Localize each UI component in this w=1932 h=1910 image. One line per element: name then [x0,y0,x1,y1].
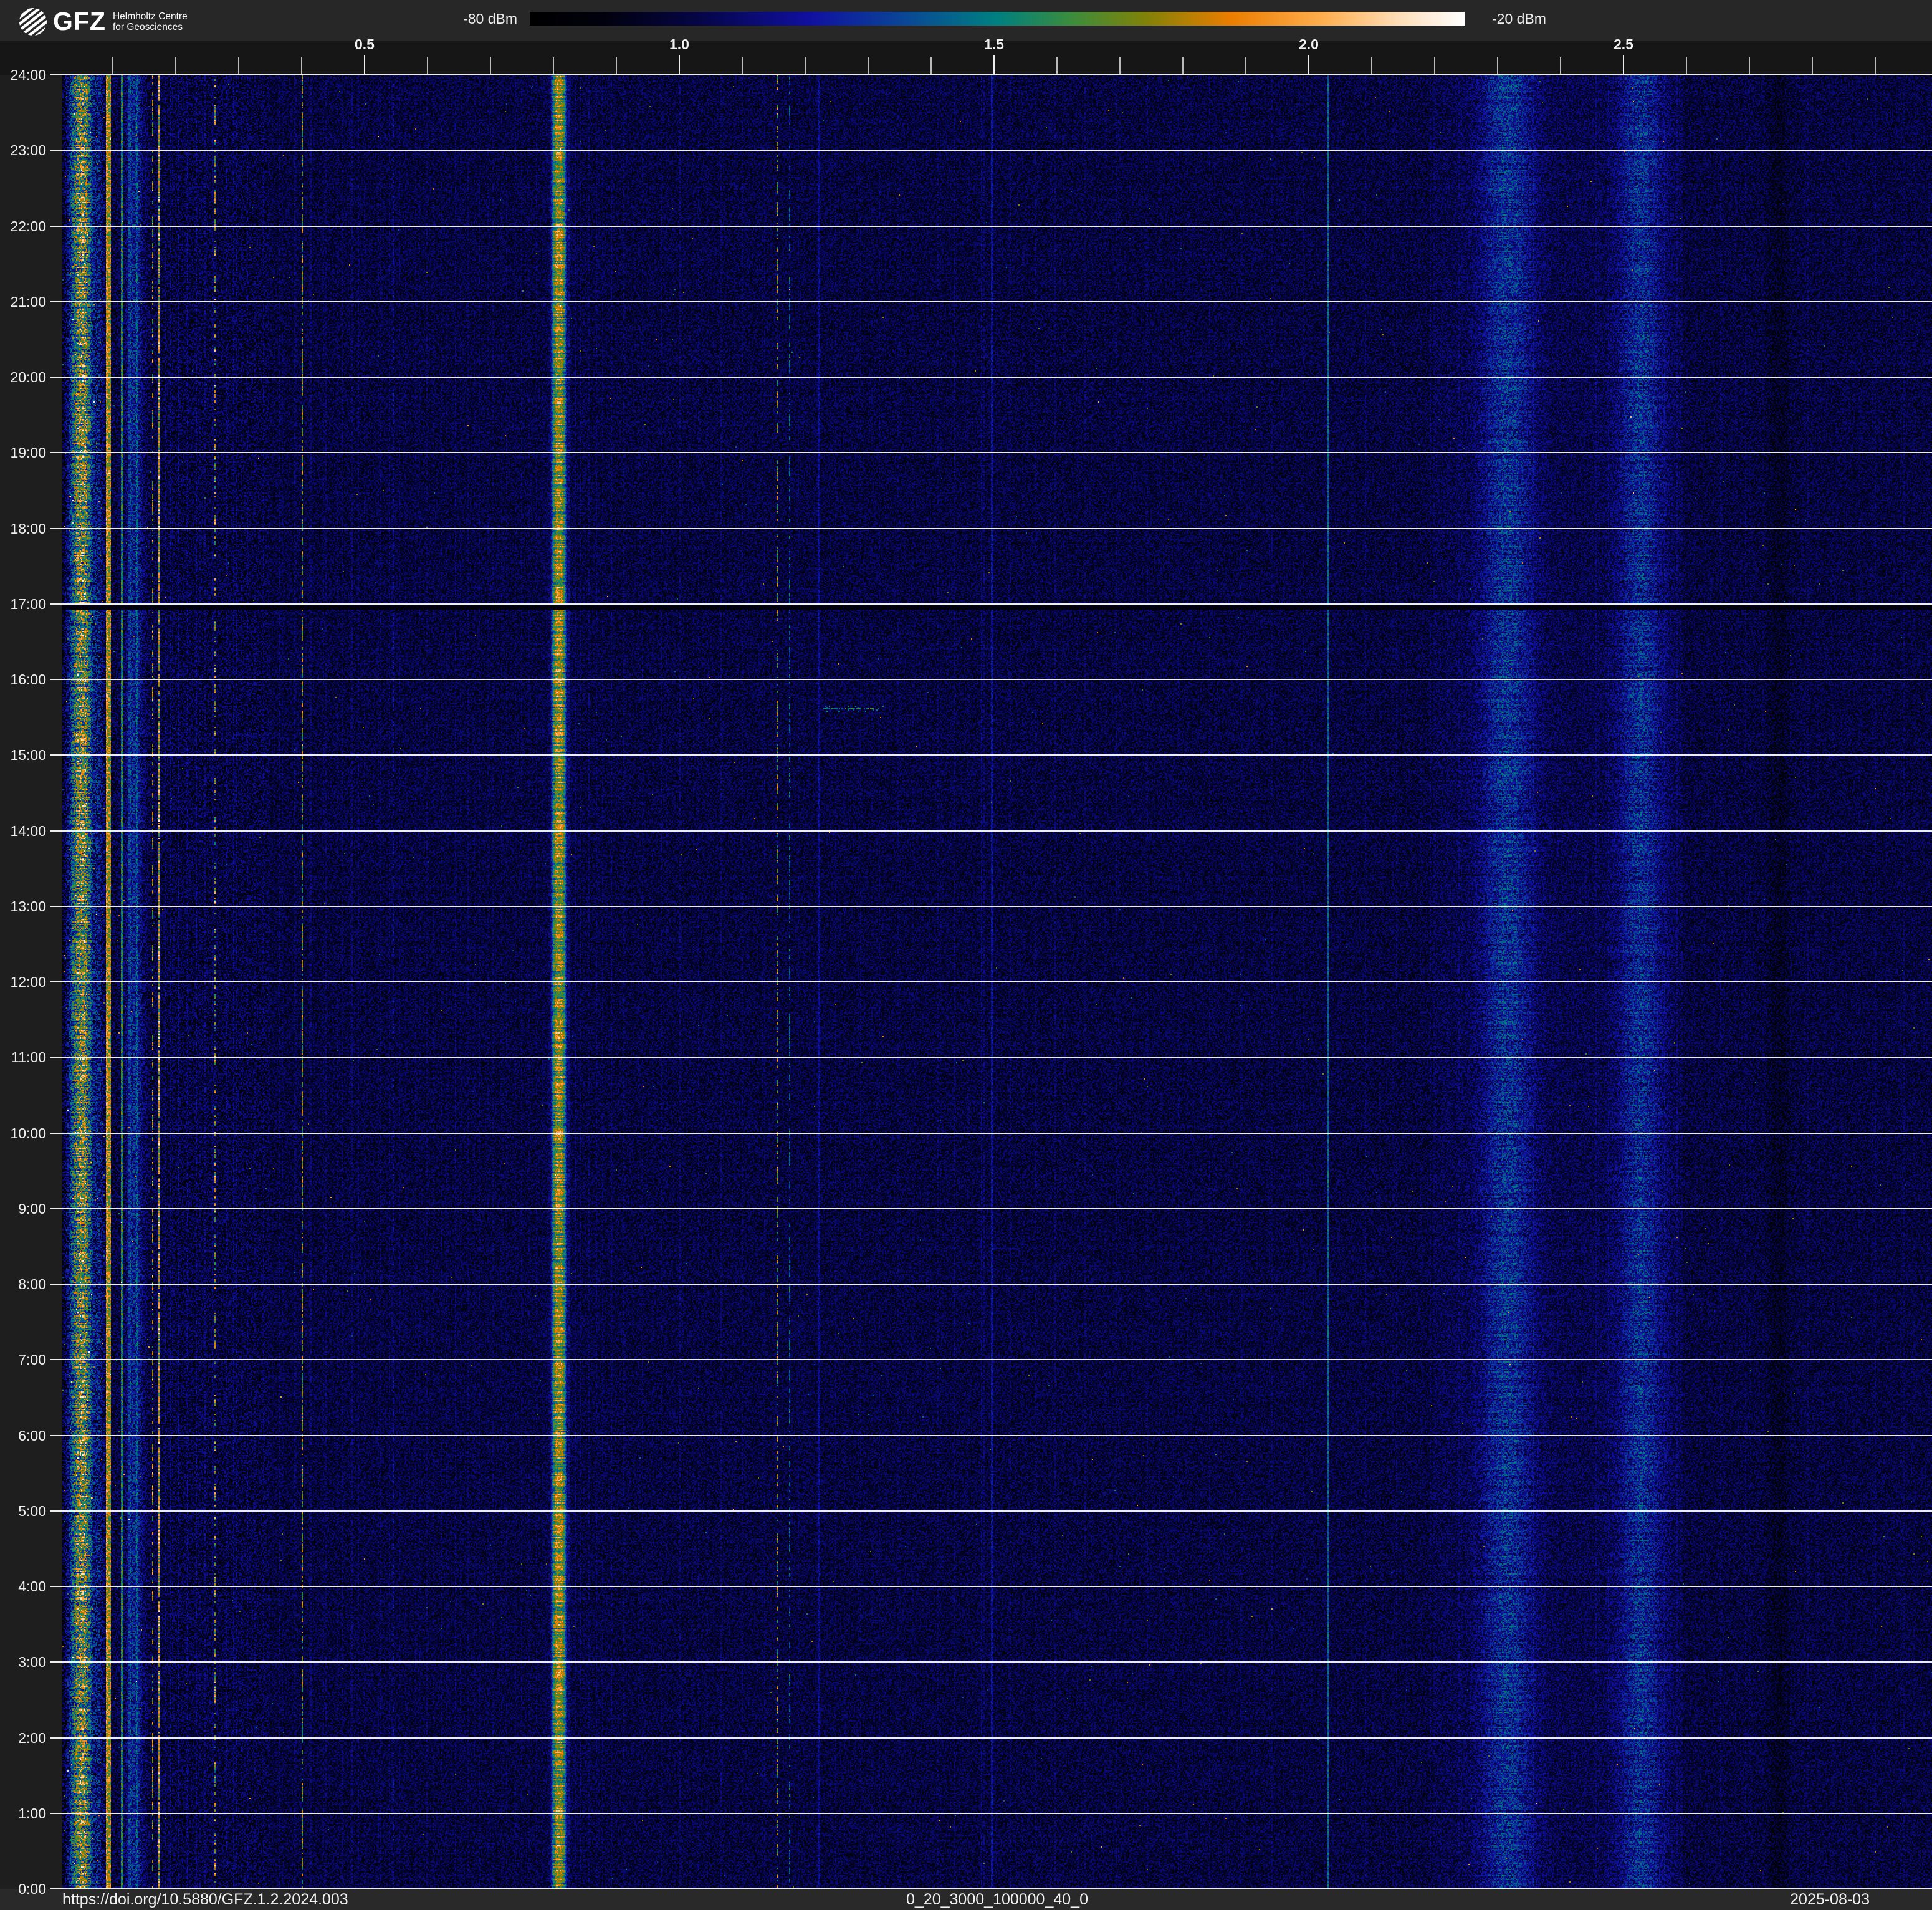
hour-gridline [50,754,1932,756]
hour-gridline [50,1435,1932,1436]
logo-subtitle-line1: Helmholtz Centre [113,11,188,22]
time-axis-label: 10:00 [0,1125,46,1142]
hour-gridline [50,377,1932,378]
time-axis-label: 13:00 [0,898,46,915]
gfz-logo: GFZ Helmholtz Centre for Geosciences [19,7,188,36]
time-axis-label: 4:00 [0,1578,46,1595]
freq-axis-label: 2.0 [1284,36,1334,52]
hour-gridline [50,301,1932,302]
time-axis-label: 24:00 [0,66,46,84]
freq-major-tick [1623,55,1624,74]
gfz-hatched-globe-icon [19,7,47,36]
freq-minor-tick [868,57,869,74]
time-axis-label: 17:00 [0,595,46,613]
freq-minor-tick [1056,57,1058,74]
hour-gridline [50,1661,1932,1663]
time-axis-label: 7:00 [0,1351,46,1368]
time-axis-label: 18:00 [0,520,46,537]
hour-gridline [50,1284,1932,1285]
logo-subtitle-line2: for Geosciences [113,22,188,32]
freq-minor-tick [616,57,617,74]
freq-minor-tick [238,57,239,74]
hour-gridline [50,1359,1932,1360]
freq-minor-tick [1749,57,1750,74]
freq-minor-tick [427,57,428,74]
time-axis-label: 20:00 [0,368,46,386]
time-axis-label: 22:00 [0,218,46,235]
hour-gridline [50,1737,1932,1739]
freq-minor-tick [553,57,554,74]
time-axis-label: 0:00 [0,1880,46,1898]
hour-gridline [50,906,1932,907]
hour-gridline [50,1208,1932,1209]
freq-minor-tick [930,57,932,74]
time-axis-label: 21:00 [0,293,46,310]
colorbar-gradient [530,12,1465,26]
freq-major-tick [679,55,680,74]
hour-gridline [50,1133,1932,1134]
hour-gridline [50,830,1932,832]
freq-minor-tick [1875,57,1876,74]
time-axis-label: 15:00 [0,746,46,764]
freq-minor-tick [1434,57,1435,74]
hour-gridline [50,150,1932,151]
freq-minor-tick [1560,57,1561,74]
time-axis-label: 1:00 [0,1805,46,1822]
time-axis-label: 9:00 [0,1200,46,1217]
hour-gridline [50,74,1932,75]
freq-axis-label: 2.5 [1599,36,1648,52]
time-axis-label: 23:00 [0,142,46,159]
freq-minor-tick [742,57,743,74]
hour-gridline [50,1813,1932,1814]
freq-axis-label: 1.5 [969,36,1019,52]
hour-gridline [50,226,1932,227]
hour-gridline [50,1057,1932,1058]
hour-gridline [50,528,1932,529]
freq-axis-label: 1.0 [654,36,704,52]
hour-gridline [50,1510,1932,1512]
hour-gridline [50,1586,1932,1587]
time-axis-label: 16:00 [0,671,46,688]
freq-minor-tick [490,57,491,74]
freq-minor-tick [1497,57,1498,74]
hour-gridline [50,981,1932,982]
freq-axis-label: 0.5 [340,36,390,52]
freq-minor-tick [1182,57,1184,74]
date-text: 2025-08-03 [1620,1889,1870,1910]
time-axis-label: 11:00 [0,1049,46,1066]
colorbar-min-label: -80 dBm [430,11,517,26]
freq-minor-tick [1245,57,1246,74]
hour-gridline [50,679,1932,680]
time-axis-label: 2:00 [0,1729,46,1747]
time-axis-label: 5:00 [0,1502,46,1520]
time-axis-label: 8:00 [0,1275,46,1293]
logo-subtitle: Helmholtz Centre for Geosciences [113,11,188,32]
time-axis-label: 19:00 [0,444,46,461]
freq-minor-tick [112,57,113,74]
logo-text: GFZ [53,7,106,36]
time-axis-label: 12:00 [0,973,46,991]
freq-minor-tick [805,57,806,74]
time-axis-label: 6:00 [0,1427,46,1444]
hour-gridline [50,452,1932,453]
freq-major-tick [1308,55,1309,74]
colorbar-max-label: -20 dBm [1492,11,1617,26]
time-axis-label: 14:00 [0,822,46,840]
freq-minor-tick [1119,57,1121,74]
hour-gridline [50,603,1932,605]
freq-minor-tick [175,57,176,74]
freq-minor-tick [1812,57,1813,74]
freq-major-tick [993,55,995,74]
freq-minor-tick [301,57,302,74]
freq-major-tick [364,55,365,74]
spectrogram-page: GFZ Helmholtz Centre for Geosciences -80… [0,0,1932,1910]
freq-minor-tick [1686,57,1687,74]
time-axis-label: 3:00 [0,1653,46,1671]
freq-minor-tick [1371,57,1372,74]
